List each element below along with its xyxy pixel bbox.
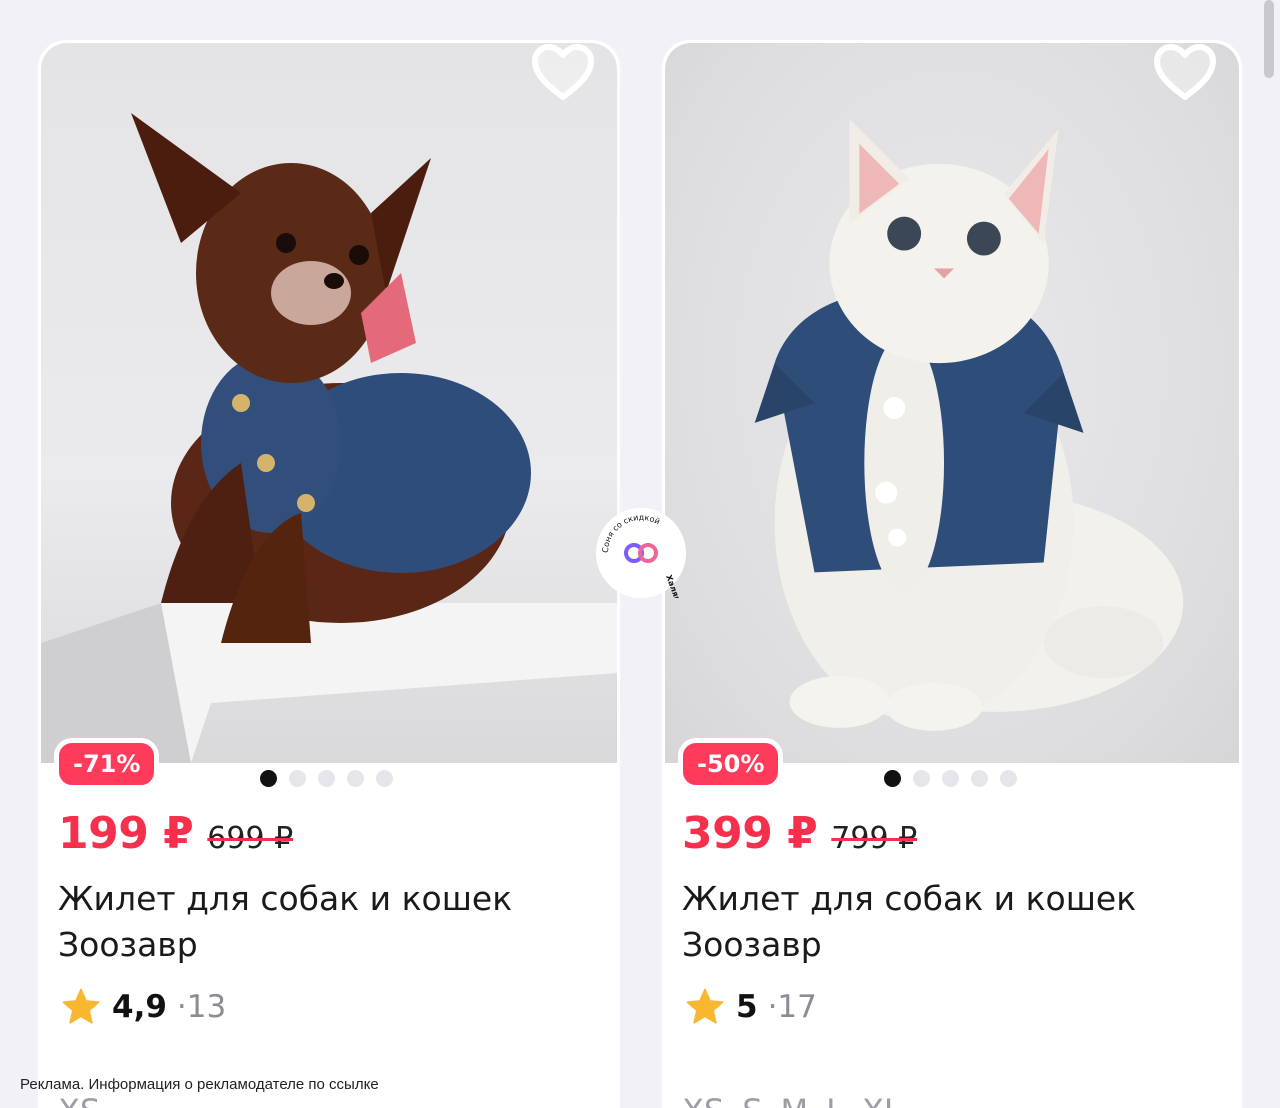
- current-price: 199 ₽: [58, 808, 194, 859]
- size-option: M: [781, 1092, 809, 1108]
- pager-dot[interactable]: [318, 770, 335, 787]
- watermark-logo: Соня со скидкой Халява: [596, 508, 686, 608]
- rating-value: 5: [736, 989, 758, 1025]
- product-card-dog-vest[interactable]: -71% 199 ₽ 699 ₽ Жилет для собак и кошек…: [38, 40, 620, 1108]
- pager-dot[interactable]: [971, 770, 988, 787]
- rating-row: 4,9 ·13: [60, 986, 226, 1028]
- product-image[interactable]: [41, 43, 617, 763]
- size-option: XL: [862, 1092, 902, 1108]
- product-title[interactable]: Жилет для собак и кошек Зоозавр: [682, 876, 1202, 968]
- watermark-text-right: Халява: [664, 574, 684, 598]
- old-price: 799 ₽: [831, 821, 918, 856]
- old-price: 699 ₽: [207, 821, 294, 856]
- star-icon: [686, 988, 724, 1024]
- size-list: XS: [58, 1092, 100, 1108]
- pager-dot[interactable]: [376, 770, 393, 787]
- review-count: ·13: [176, 989, 227, 1025]
- pager-dot[interactable]: [942, 770, 959, 787]
- price-row: 199 ₽ 699 ₽: [58, 808, 293, 859]
- product-title[interactable]: Жилет для собак и кошек Зоозавр: [58, 876, 578, 968]
- price-row: 399 ₽ 799 ₽: [682, 808, 917, 859]
- product-title-line: Жилет для собак и кошек: [682, 879, 1137, 918]
- infinity-logo-icon: Соня со скидкой Халява: [601, 513, 684, 608]
- size-option: XS: [58, 1092, 100, 1108]
- scrollbar[interactable]: [1264, 0, 1274, 78]
- pager-dot[interactable]: [260, 770, 277, 787]
- discount-badge: -50%: [678, 738, 784, 790]
- star-icon: [62, 988, 100, 1024]
- product-image[interactable]: [665, 43, 1239, 763]
- favorite-heart-icon[interactable]: [1153, 43, 1217, 103]
- review-count: ·17: [767, 989, 817, 1025]
- product-brand: Зоозавр: [682, 925, 822, 964]
- pager-dot[interactable]: [347, 770, 364, 787]
- size-option: XS: [682, 1092, 724, 1108]
- size-option: S: [742, 1092, 762, 1108]
- image-pager-dots[interactable]: [260, 770, 393, 787]
- ad-disclaimer[interactable]: Реклама. Информация о рекламодателе по с…: [20, 1076, 379, 1093]
- pager-dot[interactable]: [884, 770, 901, 787]
- dog-photo-icon: [41, 113, 617, 763]
- product-brand: Зоозавр: [58, 925, 198, 964]
- size-list: XS S M L XL: [682, 1092, 902, 1108]
- pager-dot[interactable]: [1000, 770, 1017, 787]
- pager-dot[interactable]: [913, 770, 930, 787]
- product-card-cat-vest[interactable]: -50% 399 ₽ 799 ₽ Жилет для собак и кошек…: [662, 40, 1242, 1108]
- current-price: 399 ₽: [682, 808, 818, 859]
- pager-dot[interactable]: [289, 770, 306, 787]
- image-pager-dots[interactable]: [884, 770, 1017, 787]
- rating-value: 4,9: [112, 989, 167, 1025]
- favorite-heart-icon[interactable]: [531, 43, 595, 103]
- rating-row: 5 ·17: [684, 986, 817, 1028]
- size-option: L: [826, 1092, 844, 1108]
- product-title-line: Жилет для собак и кошек: [58, 879, 513, 918]
- discount-badge: -71%: [54, 738, 160, 790]
- cat-photo-icon: [754, 118, 1184, 731]
